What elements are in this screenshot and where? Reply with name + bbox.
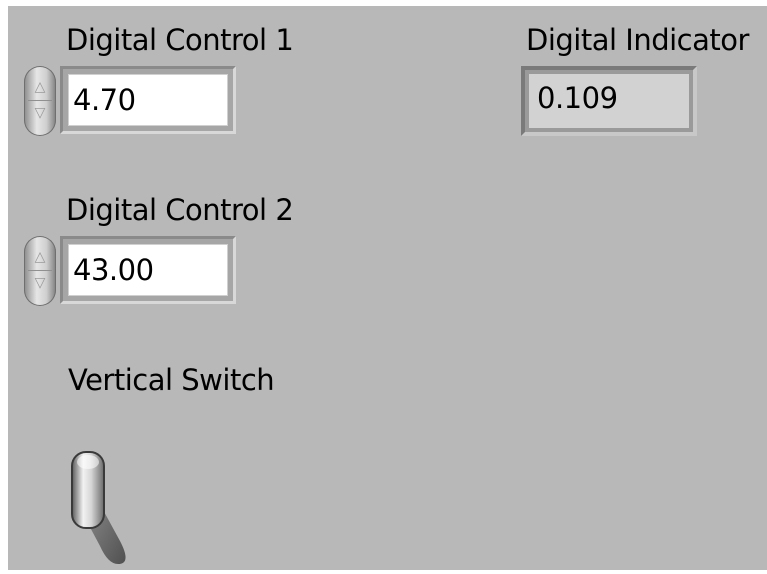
increment-arrow-icon[interactable]: △	[33, 250, 47, 264]
toggle-switch-icon	[71, 451, 126, 564]
decrement-arrow-icon[interactable]: ▽	[33, 106, 47, 120]
decrement-arrow-icon[interactable]: ▽	[33, 276, 47, 290]
digital-control-1-spinner[interactable]: △ ▽	[24, 66, 56, 136]
digital-control-1-input[interactable]: 4.70	[68, 74, 228, 126]
digital-control-2-spinner[interactable]: △ ▽	[24, 236, 56, 306]
vertical-switch-label: Vertical Switch	[68, 363, 275, 397]
digital-indicator-label: Digital Indicator	[526, 23, 749, 57]
digital-control-1-label: Digital Control 1	[66, 23, 294, 57]
spinner-divider	[28, 270, 52, 271]
digital-control-2-frame: 43.00	[60, 236, 236, 304]
digital-indicator-frame: 0.109	[521, 66, 697, 136]
digital-control-2-label: Digital Control 2	[66, 193, 294, 227]
vertical-toggle-switch[interactable]	[60, 446, 140, 566]
spinner-divider	[28, 100, 52, 101]
digital-control-1-frame: 4.70	[60, 66, 236, 134]
digital-indicator-value: 0.109	[529, 74, 689, 128]
increment-arrow-icon[interactable]: △	[33, 80, 47, 94]
digital-control-2-input[interactable]: 43.00	[68, 244, 228, 296]
